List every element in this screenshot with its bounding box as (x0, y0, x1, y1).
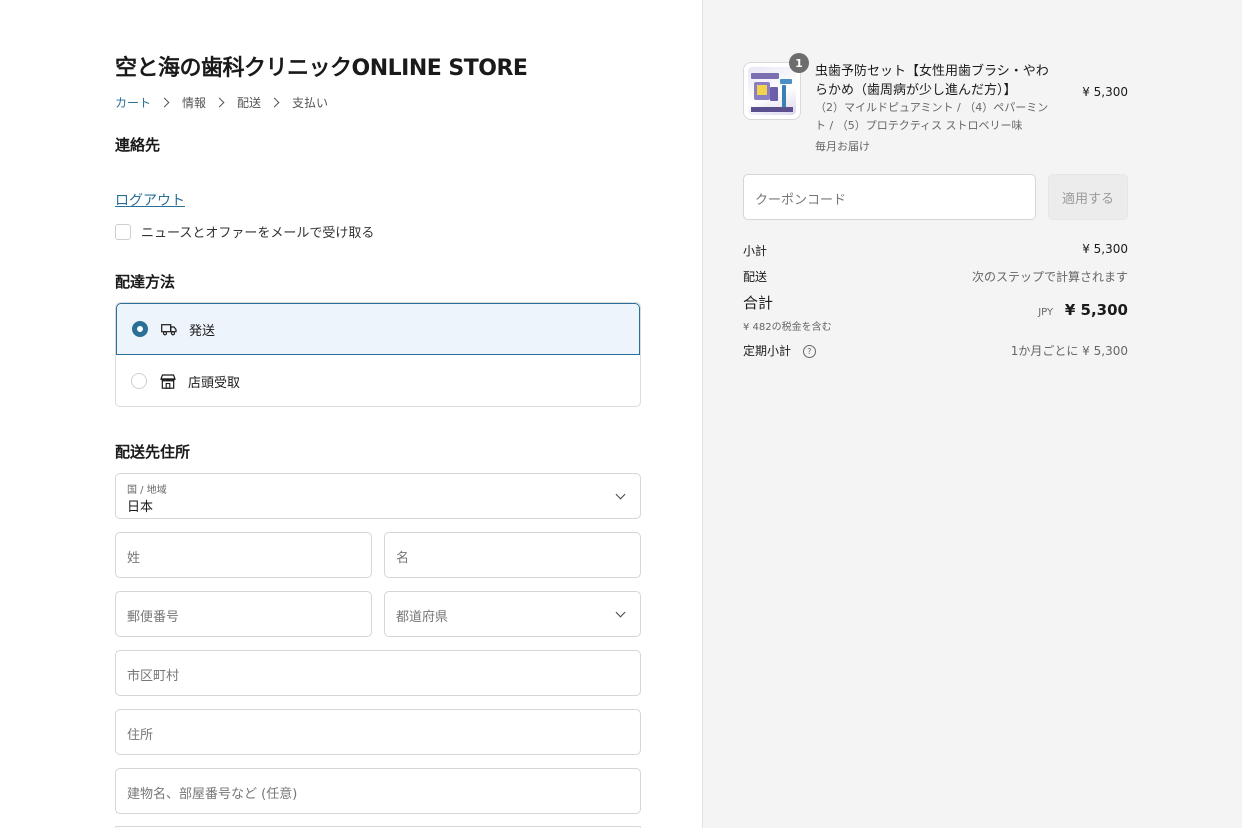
shipping-address-heading: 配送先住所 (115, 443, 191, 461)
contact-heading: 連絡先 (115, 136, 161, 154)
delivery-method-group: 発送 店頭受取 (115, 302, 641, 407)
last-name-placeholder: 姓 (127, 551, 141, 566)
quantity-badge: 1 (789, 53, 809, 73)
news-optin-label: ニュースとオファーをメールで受け取る (141, 226, 375, 241)
chevron-right-icon (269, 97, 280, 108)
chevron-down-icon (615, 489, 626, 500)
checkout-main: 空と海の歯科クリニックONLINE STORE カート 情報 配送 支払い 連絡… (0, 0, 702, 828)
last-name-field[interactable]: 姓 (115, 532, 372, 578)
breadcrumb-cart[interactable]: カート (115, 94, 151, 111)
news-optin-checkbox[interactable] (115, 223, 131, 240)
news-optin[interactable]: ニュースとオファーをメールで受け取る (115, 222, 374, 241)
postal-code-placeholder: 郵便番号 (127, 610, 180, 625)
tax-note: ¥ 482の税金を含む (743, 322, 832, 333)
product-variant: （2）マイルドピュアミント / （4）ペパーミント / （5）プロテクティス ス… (815, 101, 1049, 132)
building-placeholder: 建物名、部屋番号など (任意) (127, 787, 298, 802)
shipping-label: 配送 (743, 270, 768, 284)
store-title: 空と海の歯科クリニックONLINE STORE (115, 56, 528, 81)
delivery-option-ship-label: 発送 (189, 323, 216, 339)
recurring-row: 定期小計 ? 1か月ごとに ¥ 5,300 (743, 342, 1128, 359)
total-amount-group: JPY ¥ 5,300 (1038, 301, 1128, 319)
breadcrumb-payment: 支払い (292, 96, 329, 110)
chevron-down-icon (615, 607, 626, 618)
country-label: 国 / 地域 (127, 485, 167, 496)
first-name-placeholder: 名 (396, 551, 410, 566)
apply-coupon-button[interactable]: 適用する (1048, 174, 1128, 220)
total-row: 合計 ¥ 482の税金を含む JPY ¥ 5,300 (743, 292, 1128, 333)
total-currency: JPY (1038, 307, 1054, 318)
prefecture-select[interactable]: 都道府県 (384, 591, 641, 637)
subtotal-label: 小計 (743, 244, 768, 258)
delivery-option-pickup[interactable]: 店頭受取 (116, 355, 640, 406)
subtotal-row: 小計 ¥ 5,300 (743, 242, 1128, 259)
chevron-right-icon (159, 97, 170, 108)
recurring-value: 1か月ごとに ¥ 5,300 (1010, 344, 1128, 358)
delivery-option-pickup-label: 店頭受取 (188, 375, 241, 391)
product-thumbnail: 1 (743, 53, 809, 120)
postal-code-field[interactable]: 郵便番号 (115, 591, 372, 637)
coupon-code-field[interactable]: クーポンコード (743, 174, 1036, 220)
product-price: ¥ 5,300 (1082, 85, 1128, 99)
breadcrumb-information: 情報 (182, 96, 207, 110)
address-placeholder: 住所 (127, 728, 154, 743)
country-value: 日本 (127, 500, 154, 515)
logout-link[interactable]: ログアウト (115, 190, 185, 210)
chevron-right-icon (214, 97, 225, 108)
address-field[interactable]: 住所 (115, 709, 641, 755)
help-icon[interactable]: ? (802, 345, 816, 358)
breadcrumb: カート 情報 配送 支払い (115, 94, 328, 111)
store-icon (159, 372, 177, 390)
prefecture-placeholder: 都道府県 (396, 610, 449, 625)
total-value: ¥ 5,300 (1064, 301, 1128, 319)
product-title: 虫歯予防セット【女性用歯ブラシ・やわらかめ（歯周病が少し進んだ方）】 (815, 64, 1049, 98)
truck-icon (160, 320, 178, 338)
city-field[interactable]: 市区町村 (115, 650, 641, 696)
radio-unselected[interactable] (131, 373, 147, 389)
city-placeholder: 市区町村 (127, 669, 180, 684)
recurring-label: 定期小計 (743, 344, 792, 358)
delivery-heading: 配達方法 (115, 273, 176, 291)
shipping-value: 次のステップで計算されます (971, 270, 1128, 284)
coupon-code-placeholder: クーポンコード (755, 193, 847, 208)
country-select[interactable]: 国 / 地域 日本 (115, 473, 641, 519)
radio-selected[interactable] (132, 321, 148, 337)
shipping-row: 配送 次のステップで計算されます (743, 268, 1128, 285)
product-image (748, 67, 796, 115)
delivery-option-ship[interactable]: 発送 (116, 303, 640, 355)
subtotal-value: ¥ 5,300 (1082, 242, 1128, 256)
building-field[interactable]: 建物名、部屋番号など (任意) (115, 768, 641, 814)
first-name-field[interactable]: 名 (384, 532, 641, 578)
breadcrumb-shipping: 配送 (237, 96, 262, 110)
product-subscription: 毎月お届け (815, 140, 870, 153)
